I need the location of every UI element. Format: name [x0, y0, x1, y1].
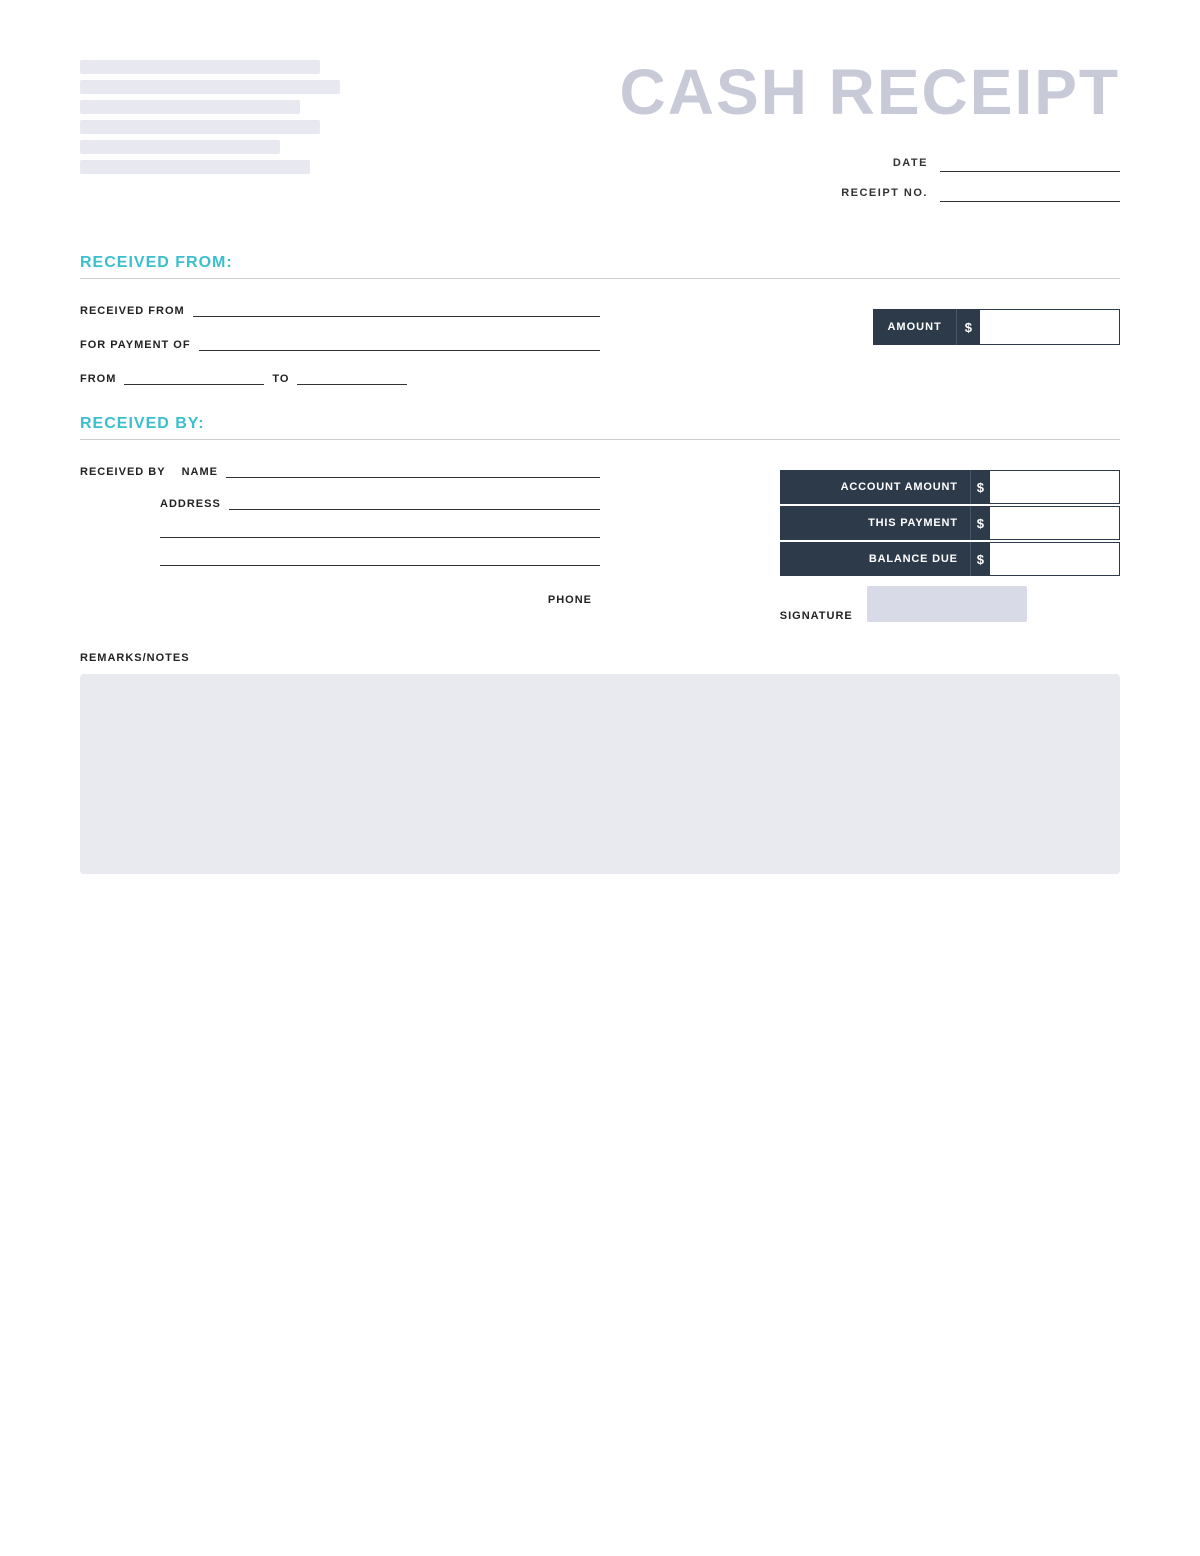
account-amount-row: ACCOUNT AMOUNT $ — [780, 470, 1120, 504]
address-row: ADDRESS — [160, 492, 600, 510]
received-from-title: RECEIVED FROM: — [80, 254, 233, 271]
received-from-section: RECEIVED FROM FOR PAYMENT OF FROM TO AMO… — [80, 299, 1120, 385]
address-row-2 — [160, 520, 600, 538]
account-right: ACCOUNT AMOUNT $ THIS PAYMENT $ BALANCE … — [780, 460, 1120, 622]
amount-box: AMOUNT $ — [873, 309, 1120, 345]
phone-field-row: PHONE — [548, 588, 600, 606]
address-field[interactable] — [229, 492, 600, 510]
from-label: FROM — [80, 373, 116, 385]
to-label: TO — [272, 373, 289, 385]
received-by-label: RECEIVED BY — [80, 466, 166, 478]
received-by-section: RECEIVED BY NAME ADDRESS PHONE — [80, 460, 1120, 622]
address-lines: ADDRESS — [160, 492, 600, 566]
received-from-field[interactable] — [193, 299, 600, 317]
company-line-5 — [80, 140, 280, 154]
balance-due-dollar: $ — [970, 542, 990, 576]
date-label: DATE — [893, 157, 928, 169]
phone-label: PHONE — [548, 594, 592, 606]
signature-row: SIGNATURE — [780, 586, 1120, 622]
received-by-header: RECEIVED BY: — [80, 415, 1120, 433]
page-title: CASH RECEIPT — [620, 60, 1121, 124]
signature-label: SIGNATURE — [780, 610, 853, 622]
amount-value-field[interactable] — [980, 309, 1120, 345]
remarks-label: REMARKS/NOTES — [80, 652, 1120, 664]
received-from-divider — [80, 278, 1120, 279]
signature-box[interactable] — [867, 586, 1027, 622]
remarks-box[interactable] — [80, 674, 1120, 874]
company-line-4 — [80, 120, 320, 134]
from-to-row: FROM TO — [80, 367, 600, 385]
account-amount-field[interactable] — [990, 470, 1120, 504]
amount-label: AMOUNT — [873, 309, 955, 345]
this-payment-field[interactable] — [990, 506, 1120, 540]
for-payment-field[interactable] — [199, 333, 600, 351]
company-line-2 — [80, 80, 340, 94]
company-line-1 — [80, 60, 320, 74]
phone-row: PHONE — [160, 588, 600, 606]
balance-due-label: BALANCE DUE — [780, 542, 970, 576]
received-by-divider — [80, 439, 1120, 440]
this-payment-dollar: $ — [970, 506, 990, 540]
received-by-name-row: RECEIVED BY NAME — [80, 460, 600, 478]
balance-due-field[interactable] — [990, 542, 1120, 576]
received-by-left: RECEIVED BY NAME ADDRESS PHONE — [80, 460, 600, 606]
for-payment-label: FOR PAYMENT OF — [80, 339, 191, 351]
received-from-label: RECEIVED FROM — [80, 305, 185, 317]
receipt-page: CASH RECEIPT DATE RECEIPT NO. RECEIVED F… — [0, 0, 1200, 1556]
this-payment-row: THIS PAYMENT $ — [780, 506, 1120, 540]
receipt-no-row: RECEIPT NO. — [841, 184, 1120, 202]
balance-due-row: BALANCE DUE $ — [780, 542, 1120, 576]
this-payment-label: THIS PAYMENT — [780, 506, 970, 540]
name-label: NAME — [182, 466, 218, 478]
from-field[interactable] — [124, 367, 264, 385]
account-amount-dollar: $ — [970, 470, 990, 504]
company-line-3 — [80, 100, 300, 114]
amount-container: AMOUNT $ — [873, 299, 1120, 345]
account-boxes: ACCOUNT AMOUNT $ THIS PAYMENT $ BALANCE … — [780, 470, 1120, 576]
company-line-6 — [80, 160, 310, 174]
received-by-title: RECEIVED BY: — [80, 415, 205, 432]
amount-dollar-sign: $ — [956, 309, 980, 345]
for-payment-row: FOR PAYMENT OF — [80, 333, 600, 351]
to-field[interactable] — [297, 367, 407, 385]
date-field[interactable] — [940, 154, 1120, 172]
address-field-2[interactable] — [160, 520, 600, 538]
received-from-row: RECEIVED FROM — [80, 299, 600, 317]
receipt-no-label: RECEIPT NO. — [841, 187, 928, 199]
address-field-3[interactable] — [160, 548, 600, 566]
name-field[interactable] — [226, 460, 600, 478]
address-label: ADDRESS — [160, 498, 221, 510]
account-amount-label: ACCOUNT AMOUNT — [780, 470, 970, 504]
date-row: DATE — [893, 154, 1120, 172]
header: CASH RECEIPT DATE RECEIPT NO. — [80, 60, 1120, 214]
company-info — [80, 60, 360, 174]
remarks-section: REMARKS/NOTES — [80, 652, 1120, 874]
receipt-no-field[interactable] — [940, 184, 1120, 202]
received-from-header: RECEIVED FROM: — [80, 254, 1120, 272]
header-right: CASH RECEIPT DATE RECEIPT NO. — [620, 60, 1121, 214]
received-from-left: RECEIVED FROM FOR PAYMENT OF FROM TO — [80, 299, 600, 385]
address-row-3 — [160, 548, 600, 566]
